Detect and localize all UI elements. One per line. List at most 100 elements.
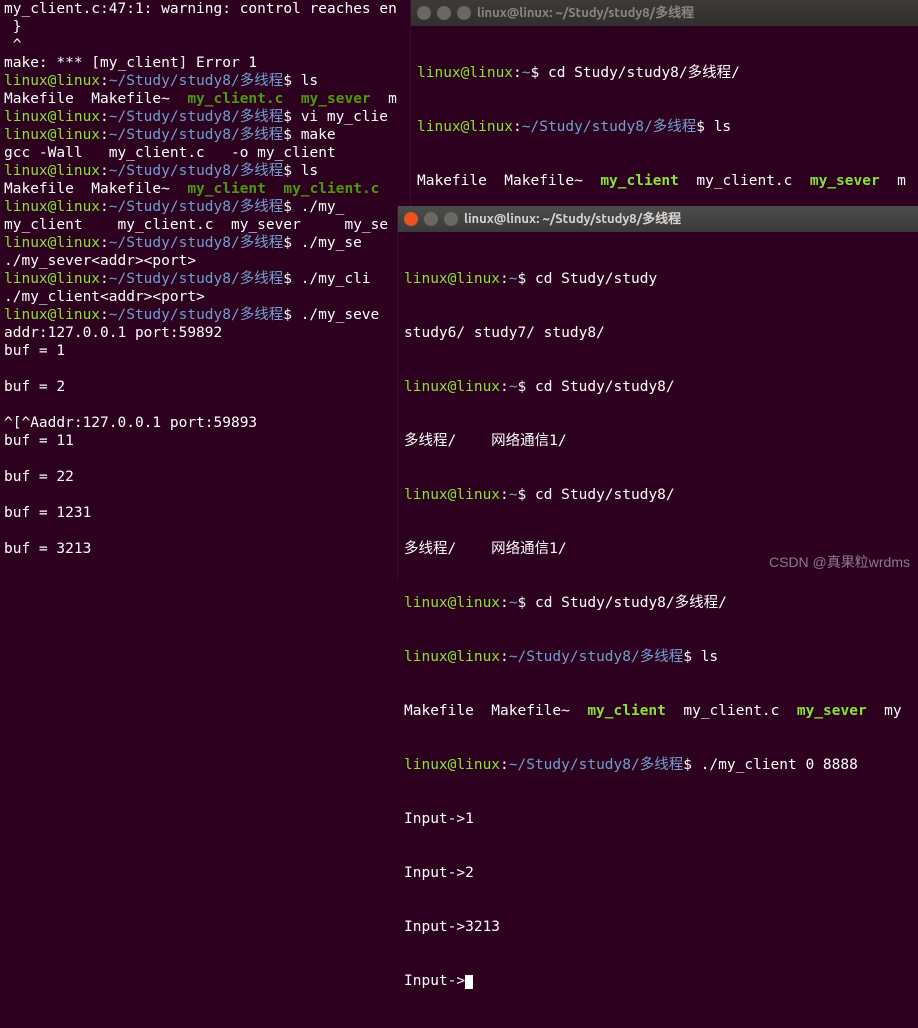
colon: : bbox=[500, 379, 509, 395]
cursor-icon bbox=[465, 975, 473, 989]
dollar: $ bbox=[283, 127, 300, 143]
prompt-line: linux@linux:~/Study/study8/多线程$ vi my_cl… bbox=[4, 108, 408, 126]
window-titlebar[interactable]: linux@linux: ~/Study/study8/多线程 bbox=[398, 206, 918, 232]
command: make bbox=[301, 127, 336, 143]
colon: : bbox=[100, 127, 109, 143]
dollar: $ bbox=[683, 649, 700, 665]
file-cut: m bbox=[880, 173, 906, 189]
prompt-line: linux@linux:~/Study/study8/多线程$ ls bbox=[417, 118, 912, 136]
terminal-body[interactable]: linux@linux:~$ cd Study/study study6/ st… bbox=[398, 232, 918, 1028]
output-line: Input->3213 bbox=[404, 918, 912, 936]
colon: : bbox=[500, 595, 509, 611]
tab-completion: study6/ study7/ study8/ bbox=[404, 324, 912, 342]
colon: : bbox=[100, 307, 109, 323]
dollar: $ bbox=[283, 199, 300, 215]
command: ls bbox=[714, 119, 731, 135]
prompt-path: ~/Study/study8/多线程 bbox=[109, 163, 283, 179]
prompt-line: linux@linux:~/Study/study8/多线程$ ls bbox=[4, 162, 408, 180]
file-plain: my_client.c bbox=[679, 173, 810, 189]
prompt-path: ~/Study/study8/多线程 bbox=[109, 271, 283, 287]
prompt-path: ~/Study/study8/多线程 bbox=[522, 119, 696, 135]
output-line: ^[^Aaddr:127.0.0.1 port:59893 bbox=[4, 414, 408, 432]
command: ls bbox=[701, 649, 718, 665]
prompt-path: ~ bbox=[522, 65, 531, 81]
colon: : bbox=[100, 109, 109, 125]
terminal-top-right[interactable]: linux@linux: ~/Study/study8/多线程 linux@li… bbox=[410, 0, 918, 206]
colon: : bbox=[100, 271, 109, 287]
colon: : bbox=[500, 649, 509, 665]
prompt-user: linux@linux bbox=[404, 271, 500, 287]
prompt-user: linux@linux bbox=[404, 649, 500, 665]
prompt-user: linux@linux bbox=[4, 199, 100, 215]
prompt-path: ~/Study/study8/多线程 bbox=[109, 109, 283, 125]
output-line: buf = 22 bbox=[4, 468, 408, 486]
file-source: my_client.c bbox=[283, 181, 379, 197]
command: ls bbox=[301, 73, 318, 89]
file-exe: my_client bbox=[587, 703, 666, 719]
output-line: make: *** [my_client] Error 1 bbox=[4, 54, 408, 72]
colon: : bbox=[513, 65, 522, 81]
terminal-left[interactable]: my_client.c:47:1: warning: control reach… bbox=[0, 0, 412, 579]
prompt-path: ~/Study/study8/多线程 bbox=[109, 73, 283, 89]
colon: : bbox=[513, 119, 522, 135]
prompt-path: ~/Study/study8/多线程 bbox=[109, 235, 283, 251]
close-icon[interactable] bbox=[417, 6, 431, 20]
output-line: Input->1 bbox=[404, 810, 912, 828]
command: cd Study/study bbox=[535, 271, 657, 287]
blank-line bbox=[4, 360, 408, 378]
prompt-user: linux@linux bbox=[404, 757, 500, 773]
prompt-user: linux@linux bbox=[4, 235, 100, 251]
dollar: $ bbox=[283, 307, 300, 323]
file-source: my_client.c bbox=[187, 91, 283, 107]
colon: : bbox=[500, 487, 509, 503]
input-line[interactable]: Input-> bbox=[404, 972, 912, 990]
output-line: ./my_client<addr><port> bbox=[4, 288, 408, 306]
window-titlebar[interactable]: linux@linux: ~/Study/study8/多线程 bbox=[411, 0, 918, 26]
maximize-icon[interactable] bbox=[444, 212, 458, 226]
output-line: buf = 1231 bbox=[4, 504, 408, 522]
prompt-user: linux@linux bbox=[4, 109, 100, 125]
close-icon[interactable] bbox=[404, 212, 418, 226]
maximize-icon[interactable] bbox=[457, 6, 471, 20]
dollar: $ bbox=[283, 73, 300, 89]
command: ./my_seve bbox=[301, 307, 380, 323]
spacer bbox=[266, 181, 283, 197]
output-line: Input->2 bbox=[404, 864, 912, 882]
dollar: $ bbox=[696, 119, 713, 135]
prompt-path: ~ bbox=[509, 379, 518, 395]
dollar: $ bbox=[518, 595, 535, 611]
colon: : bbox=[100, 235, 109, 251]
prompt-line: linux@linux:~$ cd Study/study8/ bbox=[404, 486, 912, 504]
colon: : bbox=[500, 757, 509, 773]
file-exe: my_sever bbox=[810, 173, 880, 189]
blank-line bbox=[4, 522, 408, 540]
output-line: } bbox=[4, 18, 408, 36]
minimize-icon[interactable] bbox=[437, 6, 451, 20]
colon: : bbox=[100, 163, 109, 179]
file-exe: my_client bbox=[187, 181, 266, 197]
window-title: linux@linux: ~/Study/study8/多线程 bbox=[477, 4, 694, 22]
prompt-line: linux@linux:~/Study/study8/多线程$ ./my_se bbox=[4, 234, 408, 252]
blank-line bbox=[4, 396, 408, 414]
dollar: $ bbox=[518, 487, 535, 503]
dollar: $ bbox=[283, 271, 300, 287]
prompt-user: linux@linux bbox=[404, 595, 500, 611]
prompt-line: linux@linux:~/Study/study8/多线程$ ./my_ bbox=[4, 198, 408, 216]
file-plain: Makefile Makefile~ bbox=[404, 703, 587, 719]
minimize-icon[interactable] bbox=[424, 212, 438, 226]
blank-line bbox=[4, 558, 408, 576]
prompt-line: linux@linux:~$ cd Study/study8/ bbox=[404, 378, 912, 396]
output-line: ^ bbox=[4, 36, 408, 54]
dollar: $ bbox=[283, 109, 300, 125]
ls-output: Makefile Makefile~ my_client my_client.c… bbox=[404, 702, 912, 720]
watermark: CSDN @真果粒wrdms bbox=[769, 553, 910, 571]
prompt-path: ~/Study/study8/多线程 bbox=[109, 127, 283, 143]
output-line: ./my_sever<addr><port> bbox=[4, 252, 408, 270]
file-plain: my_client.c bbox=[666, 703, 797, 719]
prompt-line: linux@linux:~$ cd Study/study8/多线程/ bbox=[404, 594, 912, 612]
prompt-line: linux@linux:~$ cd Study/study bbox=[404, 270, 912, 288]
terminal-bottom-right[interactable]: linux@linux: ~/Study/study8/多线程 linux@li… bbox=[397, 206, 918, 579]
ls-output: Makefile Makefile~ my_client my_client.c bbox=[4, 180, 408, 198]
file-exe: my_client bbox=[600, 173, 679, 189]
prompt-path: ~/Study/study8/多线程 bbox=[509, 649, 683, 665]
